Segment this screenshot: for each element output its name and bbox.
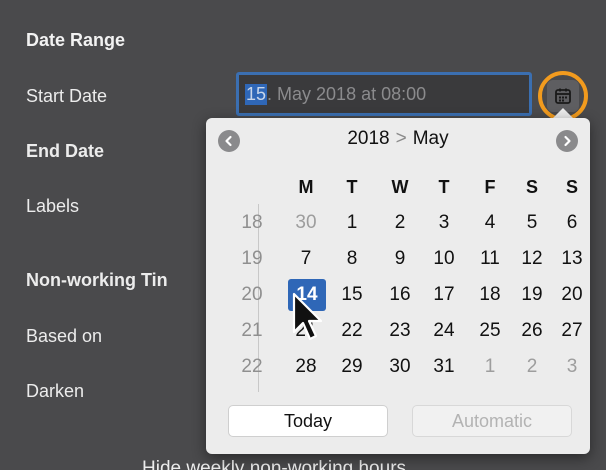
darken-label: Darken xyxy=(26,381,85,401)
calendar-day[interactable]: 20 xyxy=(552,278,592,312)
calendar-day[interactable]: 22 xyxy=(332,314,372,348)
weekday-header: M xyxy=(298,176,314,197)
calendar-day[interactable]: 7 xyxy=(286,242,326,276)
section-title: Date Range xyxy=(26,30,126,50)
mouse-pointer-icon xyxy=(292,292,323,341)
calendar-icon xyxy=(555,88,571,104)
calendar-day[interactable]: 15 xyxy=(332,278,372,312)
chevron-right-icon xyxy=(564,135,571,147)
next-month-button[interactable] xyxy=(556,130,578,152)
header-separator: > xyxy=(395,128,407,149)
end-date-label: End Date xyxy=(26,141,105,161)
calendar-day[interactable]: 30 xyxy=(380,350,420,384)
based-on-label: Based on xyxy=(26,326,103,346)
start-date-selected-segment[interactable]: 15 xyxy=(245,83,268,105)
calendar-day[interactable]: 8 xyxy=(332,242,372,276)
non-working-time-label: Non-working Tin xyxy=(26,270,168,290)
weekday-header: T xyxy=(438,176,450,197)
start-date-label: Start Date xyxy=(26,86,108,106)
calendar-day[interactable]: 24 xyxy=(424,314,464,348)
start-date-value: . May 2018 at 08:00 xyxy=(267,83,427,104)
week-number: 19 xyxy=(241,248,263,269)
week-number: 20 xyxy=(241,284,263,305)
calendar-day[interactable]: 27 xyxy=(552,314,592,348)
calendar-day[interactable]: 28 xyxy=(286,350,326,384)
weekday-header: W xyxy=(391,176,409,197)
year-label[interactable]: 2018 xyxy=(347,128,389,149)
calendar-day[interactable]: 12 xyxy=(512,242,552,276)
weekday-header: F xyxy=(484,176,496,197)
weekday-header: T xyxy=(346,176,358,197)
calendar-day[interactable]: 16 xyxy=(380,278,420,312)
calendar-day[interactable]: 25 xyxy=(470,314,510,348)
calendar-day[interactable]: 10 xyxy=(424,242,464,276)
calendar-day[interactable]: 17 xyxy=(424,278,464,312)
week-number: 22 xyxy=(241,356,263,377)
calendar-day[interactable]: 5 xyxy=(512,206,552,240)
start-date-field[interactable]: 15 . May 2018 at 08:00 xyxy=(236,72,532,116)
weekday-header: S xyxy=(525,176,538,197)
calendar-day[interactable]: 26 xyxy=(512,314,552,348)
calendar-day[interactable]: 31 xyxy=(424,350,464,384)
calendar-popover: 2018 > May M T W T F S S 18 30 1 2 3 4 5 6 19 7 8 9 10 11 12 13 2… xyxy=(206,118,590,454)
calendar-day[interactable]: 2 xyxy=(512,350,552,384)
calendar-day[interactable]: 11 xyxy=(470,242,510,276)
labels-label: Labels xyxy=(26,196,80,216)
today-button[interactable]: Today xyxy=(228,405,388,437)
calendar-day[interactable]: 3 xyxy=(552,350,592,384)
calendar-day[interactable]: 1 xyxy=(332,206,372,240)
calendar-day[interactable]: 6 xyxy=(552,206,592,240)
week-number: 18 xyxy=(241,212,263,233)
calendar-day[interactable]: 30 xyxy=(286,206,326,240)
calendar-day[interactable]: 29 xyxy=(332,350,372,384)
calendar-header: 2018 > May xyxy=(206,128,590,150)
week-number: 21 xyxy=(241,320,263,341)
calendar-day[interactable]: 18 xyxy=(470,278,510,312)
calendar-day[interactable]: 2 xyxy=(380,206,420,240)
calendar-day[interactable]: 1 xyxy=(470,350,510,384)
month-label[interactable]: May xyxy=(413,128,449,149)
calendar-day[interactable]: 19 xyxy=(512,278,552,312)
calendar-day[interactable]: 9 xyxy=(380,242,420,276)
hide-non-working-hours-checkbox-label[interactable]: Hide weekly non-working hours xyxy=(142,458,406,470)
calendar-day[interactable]: 4 xyxy=(470,206,510,240)
calendar-day[interactable]: 13 xyxy=(552,242,592,276)
calendar-day[interactable]: 23 xyxy=(380,314,420,348)
automatic-button[interactable]: Automatic xyxy=(412,405,572,437)
weekday-header: S xyxy=(565,176,578,197)
calendar-day[interactable]: 3 xyxy=(424,206,464,240)
